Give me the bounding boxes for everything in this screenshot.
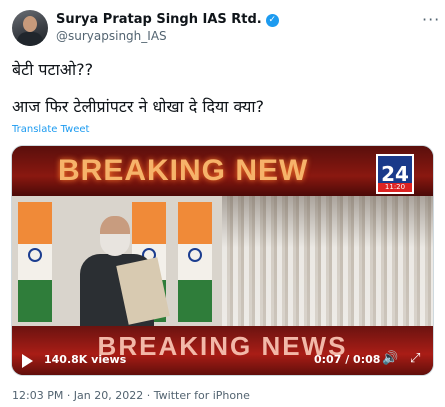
play-icon[interactable] (22, 354, 33, 368)
tweet-text-line-2: आज फिर टेलीप्रांपटर ने धोखा दे दिया क्या… (12, 97, 264, 116)
author-handle[interactable]: @suryapsingh_IAS (56, 29, 167, 43)
fullscreen-icon[interactable]: ⤢ (410, 351, 420, 366)
verified-badge-icon: ✓ (265, 13, 279, 27)
avatar-body (17, 32, 43, 46)
author-avatar[interactable] (12, 10, 48, 46)
channel-logo: 24 11:20 (376, 154, 414, 194)
speaker-figure (72, 216, 182, 326)
avatar-face (23, 16, 37, 32)
tweet-timestamp[interactable]: 12:03 PM · Jan 20, 2022 · Twitter for iP… (12, 389, 250, 402)
more-options-icon[interactable]: ··· (422, 10, 440, 29)
view-count: 140.8K views (44, 353, 127, 366)
tweet-text-line-1: बेटी पटाओ?? (12, 60, 94, 79)
flag-right (178, 202, 212, 322)
author-name[interactable]: Surya Pratap Singh IAS Rtd. (56, 12, 262, 28)
video-time: 0:07 / 0:08 (314, 353, 381, 366)
flag-left (18, 202, 52, 322)
top-news-banner: BREAKING NEW 24 11:20 (12, 146, 433, 196)
translate-tweet-link[interactable]: Translate Tweet (12, 124, 89, 135)
video-stage-scene (12, 196, 222, 326)
author-name-row[interactable]: Surya Pratap Singh IAS Rtd. ✓ (56, 12, 279, 28)
video-player[interactable]: BREAKING NEW 24 11:20 BREAKING NEWS 140.… (11, 145, 434, 376)
top-banner-text: BREAKING NEW (58, 154, 309, 187)
channel-logo-time: 11:20 (378, 183, 412, 192)
video-controls: 140.8K views 0:07 / 0:08 🔊 ⤢ (12, 346, 433, 375)
volume-icon[interactable]: 🔊 (382, 351, 398, 366)
audience-crowd-scene (222, 196, 433, 326)
